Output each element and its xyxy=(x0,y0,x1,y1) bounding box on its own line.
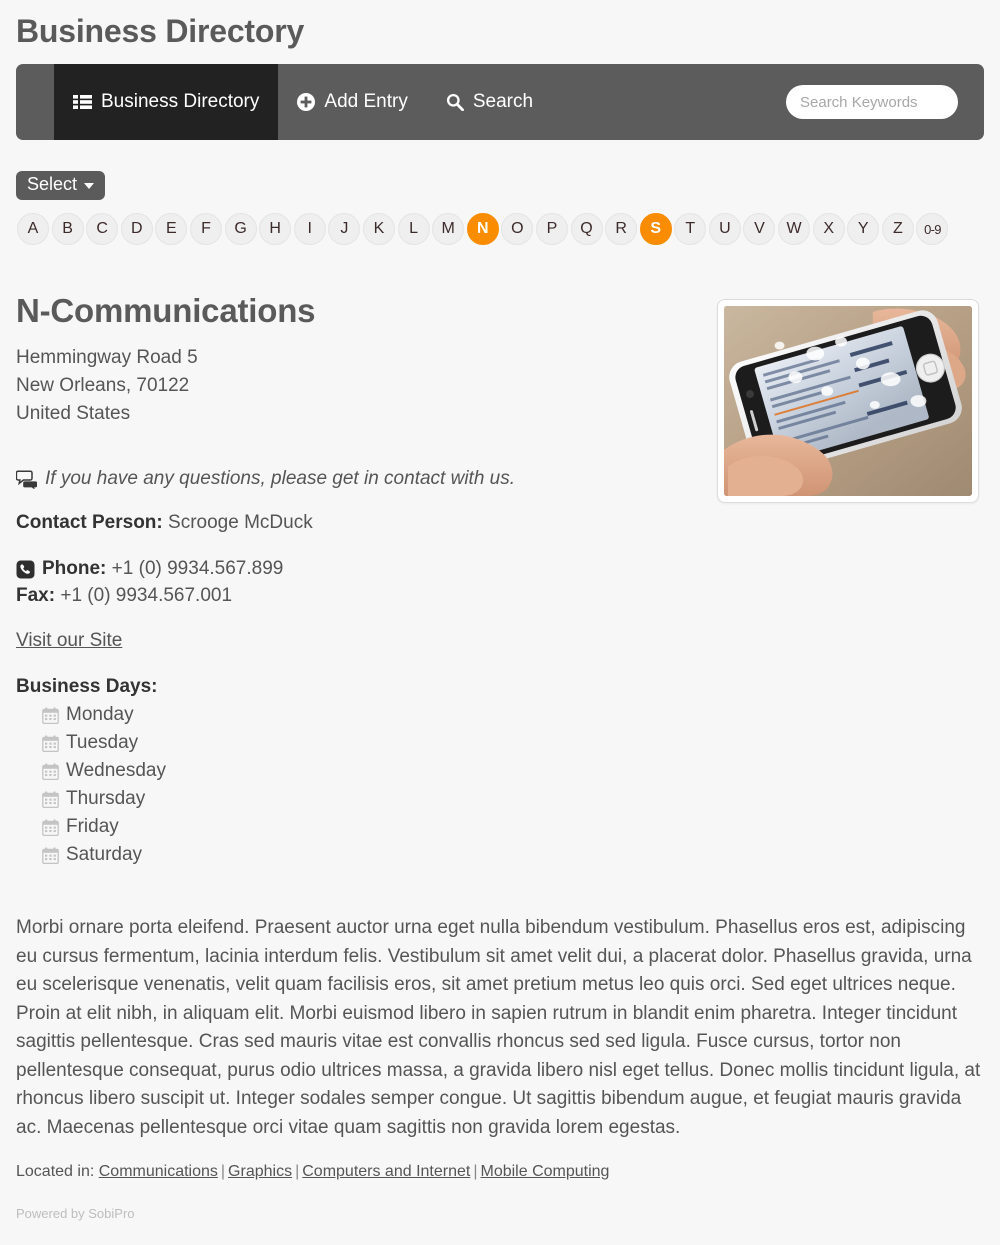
business-day-label: Friday xyxy=(66,816,119,838)
alphabet-filter-z[interactable]: Z xyxy=(881,213,914,246)
navbar-items: Business Directory Add Entry Search xyxy=(16,64,552,141)
calendar-icon xyxy=(42,707,59,724)
alphabet-filter-v[interactable]: V xyxy=(743,213,776,246)
fax-value: +1 (0) 9934.567.001 xyxy=(60,585,233,607)
business-day-item: Saturday xyxy=(42,844,984,866)
alphabet-filter-g[interactable]: G xyxy=(224,213,257,246)
navbar-search-area xyxy=(786,64,984,140)
entry-thumbnail-image xyxy=(724,306,972,497)
alphabet-filter-k[interactable]: K xyxy=(362,213,395,246)
category-link[interactable]: Computers and Internet xyxy=(302,1163,470,1180)
page-root: Business Directory Business Directory Ad… xyxy=(0,0,1000,1245)
entry-phone: Phone: +1 (0) 9934.567.899 xyxy=(16,558,984,580)
alphabet-filter-w[interactable]: W xyxy=(778,213,811,246)
calendar-icon xyxy=(42,763,59,780)
alphabet-filter-y[interactable]: Y xyxy=(847,213,880,246)
phone-label: Phone: xyxy=(42,558,107,580)
alphabet-filter-e[interactable]: E xyxy=(155,213,188,246)
entry-fax: Fax: +1 (0) 9934.567.001 xyxy=(16,585,984,607)
entry-contact-person: Contact Person: Scrooge McDuck xyxy=(16,512,984,534)
business-day-label: Saturday xyxy=(66,844,143,866)
search-icon xyxy=(446,93,464,112)
nav-item-add-entry[interactable]: Add Entry xyxy=(278,64,426,140)
select-dropdown-button[interactable]: Select xyxy=(16,171,106,201)
nav-item-label: Add Entry xyxy=(324,91,408,113)
alphabet-filter-n[interactable]: N xyxy=(466,213,499,246)
nav-item-search[interactable]: Search xyxy=(427,64,552,140)
business-day-item: Friday xyxy=(42,816,984,838)
business-day-item: Monday xyxy=(42,704,984,726)
alphabet-filter-t[interactable]: T xyxy=(674,213,707,246)
alphabet-filter-h[interactable]: H xyxy=(259,213,292,246)
alphabet-filter-r[interactable]: R xyxy=(605,213,638,246)
entry-thumbnail[interactable] xyxy=(717,299,979,504)
category-separator: | xyxy=(220,1163,226,1181)
alphabet-filter-x[interactable]: X xyxy=(812,213,845,246)
alphabet-filter-09[interactable]: 0-9 xyxy=(916,213,949,246)
calendar-icon xyxy=(42,791,59,808)
alphabet-filter-c[interactable]: C xyxy=(86,213,119,246)
located-in: Located in: Communications | Graphics | Comp… xyxy=(16,1163,984,1181)
business-day-item: Wednesday xyxy=(42,760,984,782)
page-title: Business Directory xyxy=(16,13,305,49)
nav-item-label: Business Directory xyxy=(101,91,260,113)
alphabet-filter-l[interactable]: L xyxy=(397,213,430,246)
business-day-label: Thursday xyxy=(66,788,146,810)
search-input[interactable] xyxy=(786,85,958,120)
select-row: Select xyxy=(16,140,984,201)
business-days-label: Business Days: xyxy=(16,676,158,698)
nav-item-label: Search xyxy=(472,91,534,113)
alphabet-filter: A B C D E F G H I J K L M N O P Q R S T U V W X Y Z 0-9 xyxy=(16,213,984,246)
business-day-item: Tuesday xyxy=(42,732,984,754)
alphabet-filter-b[interactable]: B xyxy=(51,213,84,246)
chevron-down-icon xyxy=(84,182,95,189)
alphabet-filter-d[interactable]: D xyxy=(120,213,153,246)
comments-icon xyxy=(16,470,38,489)
main-navbar: Business Directory Add Entry Search Sear… xyxy=(16,64,984,141)
alphabet-filter-m[interactable]: M xyxy=(432,213,465,246)
plus-circle-icon xyxy=(297,93,316,112)
phone-value: +1 (0) 9934.567.899 xyxy=(111,558,284,580)
entry-description: Morbi ornare porta eleifend. Praesent au… xyxy=(16,917,981,1138)
contact-person-label: Contact Person: xyxy=(16,512,163,534)
business-day-label: Monday xyxy=(66,704,134,726)
alphabet-filter-a[interactable]: A xyxy=(17,213,49,246)
alphabet-filter-p[interactable]: P xyxy=(535,213,568,246)
business-day-label: Tuesday xyxy=(66,732,139,754)
business-day-label: Wednesday xyxy=(66,760,166,782)
entry-details: N-Communications Hemmingway Road 5 New O… xyxy=(16,292,984,1245)
phone-icon xyxy=(16,560,35,579)
calendar-icon xyxy=(42,847,59,864)
select-dropdown-label: Select xyxy=(27,174,78,195)
contact-person-value: Scrooge McDuck xyxy=(168,512,313,534)
category-link[interactable]: Graphics xyxy=(228,1163,292,1180)
calendar-icon xyxy=(42,735,59,752)
category-link[interactable]: Communications xyxy=(99,1163,218,1180)
business-day-item: Thursday xyxy=(42,788,984,810)
powered-by: Powered by SobiPro xyxy=(16,1206,135,1222)
alphabet-filter-i[interactable]: I xyxy=(293,213,326,246)
visit-site-link[interactable]: Visit our Site xyxy=(16,630,122,652)
alphabet-filter-s[interactable]: S xyxy=(639,213,672,246)
alphabet-filter-j[interactable]: J xyxy=(328,213,361,246)
calendar-icon xyxy=(42,819,59,836)
located-in-label: Located in: xyxy=(16,1163,95,1181)
alphabet-filter-f[interactable]: F xyxy=(189,213,222,246)
alphabet-filter-q[interactable]: Q xyxy=(570,213,603,246)
alphabet-filter-u[interactable]: U xyxy=(708,213,741,246)
business-days-list: Monday Tuesday Wednesday Thursday Friday Satu… xyxy=(16,704,984,866)
category-separator: | xyxy=(473,1163,478,1181)
category-separator: | xyxy=(295,1163,300,1181)
nav-item-business-directory[interactable]: Business Directory xyxy=(54,64,279,141)
list-grid-icon xyxy=(73,94,92,110)
navbar-spacer xyxy=(552,64,786,140)
category-link[interactable]: Mobile Computing xyxy=(480,1163,609,1180)
located-in-categories: Communications | Graphics | Computers and In… xyxy=(99,1163,610,1180)
fax-label: Fax: xyxy=(16,585,56,607)
questions-note-text: If you have any questions, please get in… xyxy=(45,468,516,490)
alphabet-filter-o[interactable]: O xyxy=(501,213,534,246)
